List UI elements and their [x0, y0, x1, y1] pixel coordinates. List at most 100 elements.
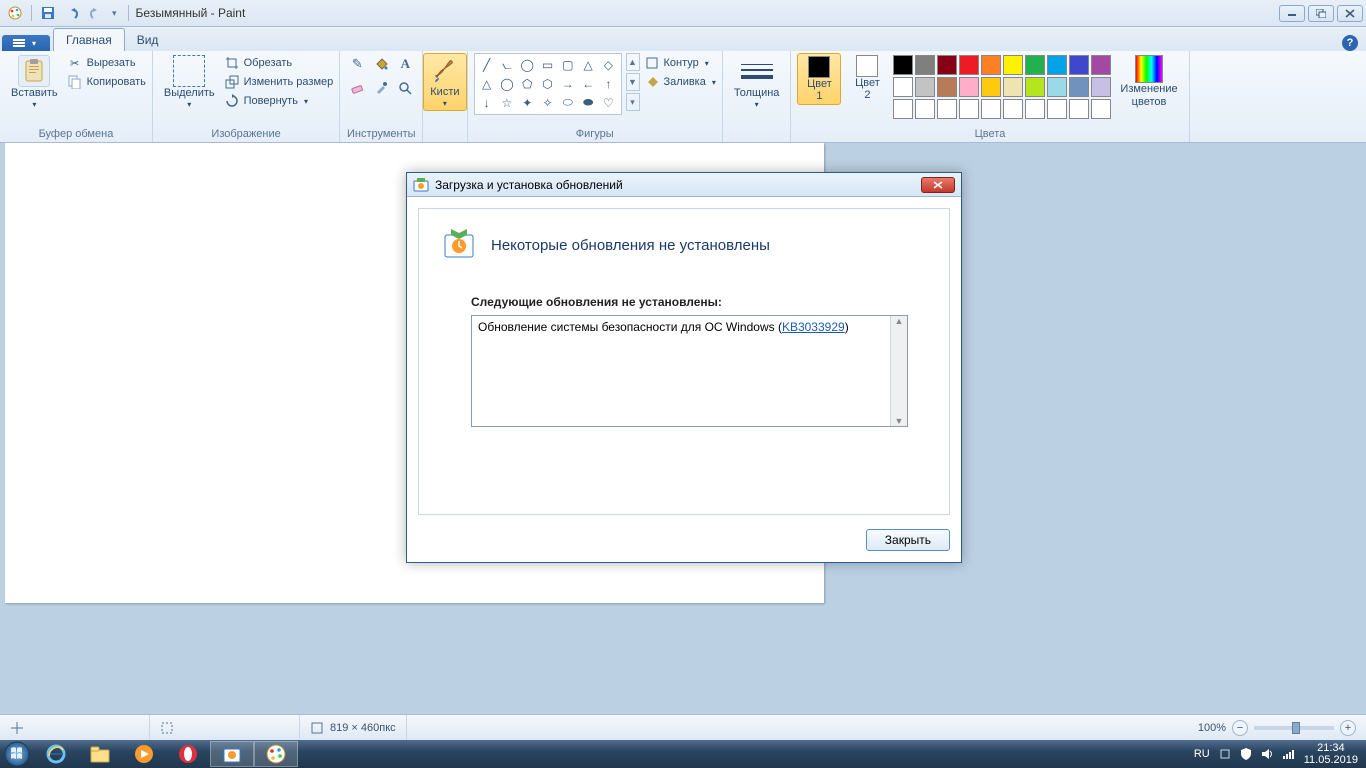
color-swatch[interactable]: [1025, 55, 1045, 75]
color-swatch[interactable]: [915, 55, 935, 75]
empty-swatch[interactable]: [1047, 99, 1067, 119]
taskbar-paint[interactable]: [254, 741, 298, 767]
shapes-scroll-down[interactable]: ▼: [626, 73, 640, 91]
color-swatch[interactable]: [893, 55, 913, 75]
crop-button[interactable]: Обрезать: [224, 55, 334, 71]
cut-button[interactable]: ✂Вырезать: [67, 55, 146, 71]
empty-swatch[interactable]: [1091, 99, 1111, 119]
color1-swatch: [808, 56, 830, 78]
image-group-label: Изображение: [159, 126, 333, 142]
file-tab[interactable]: [2, 35, 50, 51]
color-swatch[interactable]: [1003, 77, 1023, 97]
start-button[interactable]: [0, 740, 34, 768]
zoom-slider[interactable]: [1254, 726, 1334, 730]
shapes-gallery[interactable]: ╱⦦◯▭▢△◇ △◯⬠⬡→←↑ ↓☆✦✧⬭⬬♡: [474, 53, 622, 115]
dialog-subheading: Следующие обновления не установлены:: [471, 295, 927, 309]
taskbar-windows-update[interactable]: [210, 741, 254, 767]
empty-swatch[interactable]: [915, 99, 935, 119]
color-swatch[interactable]: [1025, 77, 1045, 97]
color-swatch[interactable]: [1047, 55, 1067, 75]
taskbar-explorer[interactable]: [78, 741, 122, 767]
color-swatch[interactable]: [1091, 55, 1111, 75]
zoom-out-button[interactable]: −: [1232, 720, 1248, 736]
color-swatch[interactable]: [959, 55, 979, 75]
color2-swatch: [856, 55, 878, 77]
dialog-close-button[interactable]: [921, 177, 955, 193]
maximize-button[interactable]: [1308, 5, 1334, 22]
language-indicator[interactable]: RU: [1194, 748, 1210, 760]
dialog-titlebar[interactable]: Загрузка и установка обновлений: [407, 173, 961, 197]
fill-button[interactable]: Заливка▾: [644, 74, 716, 90]
resize-button[interactable]: Изменить размер: [224, 74, 334, 90]
shapes-scroll-up[interactable]: ▲: [626, 53, 640, 71]
zoom-in-button[interactable]: +: [1340, 720, 1356, 736]
action-center-icon[interactable]: [1240, 747, 1252, 761]
text-tool[interactable]: A: [394, 53, 416, 75]
color-swatch[interactable]: [1047, 77, 1067, 97]
magnifier-tool[interactable]: [394, 77, 416, 99]
color2-button[interactable]: Цвет 2: [845, 53, 889, 103]
outline-button[interactable]: Контур▾: [644, 55, 716, 71]
shapes-group-label: Фигуры: [474, 126, 716, 142]
tab-view[interactable]: Вид: [125, 29, 171, 51]
qat-customize-icon[interactable]: ▾: [108, 2, 121, 24]
color-swatch[interactable]: [959, 77, 979, 97]
color-swatch[interactable]: [1003, 55, 1023, 75]
redo-icon[interactable]: [84, 2, 108, 24]
empty-swatch[interactable]: [937, 99, 957, 119]
taskbar-ie[interactable]: [34, 741, 78, 767]
save-icon[interactable]: [36, 2, 60, 24]
paint-app-icon[interactable]: [3, 2, 27, 24]
color-swatch[interactable]: [893, 77, 913, 97]
dialog-heading: Некоторые обновления не установлены: [491, 237, 770, 254]
empty-swatch[interactable]: [1003, 99, 1023, 119]
edit-colors-button[interactable]: Изменение цветов: [1115, 53, 1182, 110]
color-swatch[interactable]: [981, 77, 1001, 97]
color-swatch[interactable]: [1069, 77, 1089, 97]
empty-swatch[interactable]: [1025, 99, 1045, 119]
copy-button[interactable]: Копировать: [67, 74, 146, 90]
rotate-button[interactable]: Повернуть▾: [224, 93, 334, 109]
color-swatch[interactable]: [915, 77, 935, 97]
empty-swatch[interactable]: [893, 99, 913, 119]
volume-icon[interactable]: [1260, 747, 1274, 761]
tray-cpu-icon[interactable]: [1218, 747, 1232, 761]
updates-list[interactable]: Обновление системы безопасности для ОС W…: [471, 315, 908, 427]
color-swatch[interactable]: [937, 77, 957, 97]
eraser-tool[interactable]: [346, 77, 368, 99]
undo-icon[interactable]: [60, 2, 84, 24]
bucket-tool[interactable]: [370, 53, 392, 75]
ribbon-tabs: Главная Вид ?: [0, 27, 1366, 51]
windows-update-icon: [413, 177, 429, 193]
thickness-button[interactable]: Толщина ▾: [729, 53, 785, 111]
color-swatch[interactable]: [1091, 77, 1111, 97]
close-button[interactable]: [1337, 5, 1363, 22]
title-bar: ▾ Безымянный - Paint: [0, 0, 1366, 27]
tab-home[interactable]: Главная: [53, 28, 125, 51]
shapes-expand[interactable]: ▾: [626, 93, 640, 111]
empty-swatch[interactable]: [1069, 99, 1089, 119]
color-swatch[interactable]: [1069, 55, 1089, 75]
list-scrollbar[interactable]: ▲▼: [890, 316, 907, 426]
close-updates-button[interactable]: Закрыть: [866, 529, 950, 551]
clock[interactable]: 21:34 11.05.2019: [1304, 742, 1358, 766]
kb-link[interactable]: KB3033929: [782, 320, 845, 334]
paste-button[interactable]: Вставить ▾: [6, 53, 63, 111]
crop-icon: [224, 55, 240, 71]
empty-swatch[interactable]: [981, 99, 1001, 119]
taskbar-wmp[interactable]: [122, 741, 166, 767]
brushes-button[interactable]: Кисти ▾: [423, 53, 466, 111]
color-swatch[interactable]: [981, 55, 1001, 75]
tools-group-label: Инструменты: [346, 126, 416, 142]
network-icon[interactable]: [1282, 747, 1296, 761]
empty-swatch[interactable]: [959, 99, 979, 119]
pencil-tool[interactable]: ✎: [346, 53, 368, 75]
picker-tool[interactable]: [370, 77, 392, 99]
color-palette[interactable]: [893, 53, 1111, 121]
select-button[interactable]: Выделить ▾: [159, 53, 220, 111]
taskbar-opera[interactable]: [166, 741, 210, 767]
minimize-button[interactable]: [1279, 5, 1305, 22]
color-swatch[interactable]: [937, 55, 957, 75]
help-icon[interactable]: ?: [1342, 35, 1358, 51]
color1-button[interactable]: Цвет 1: [797, 53, 841, 105]
